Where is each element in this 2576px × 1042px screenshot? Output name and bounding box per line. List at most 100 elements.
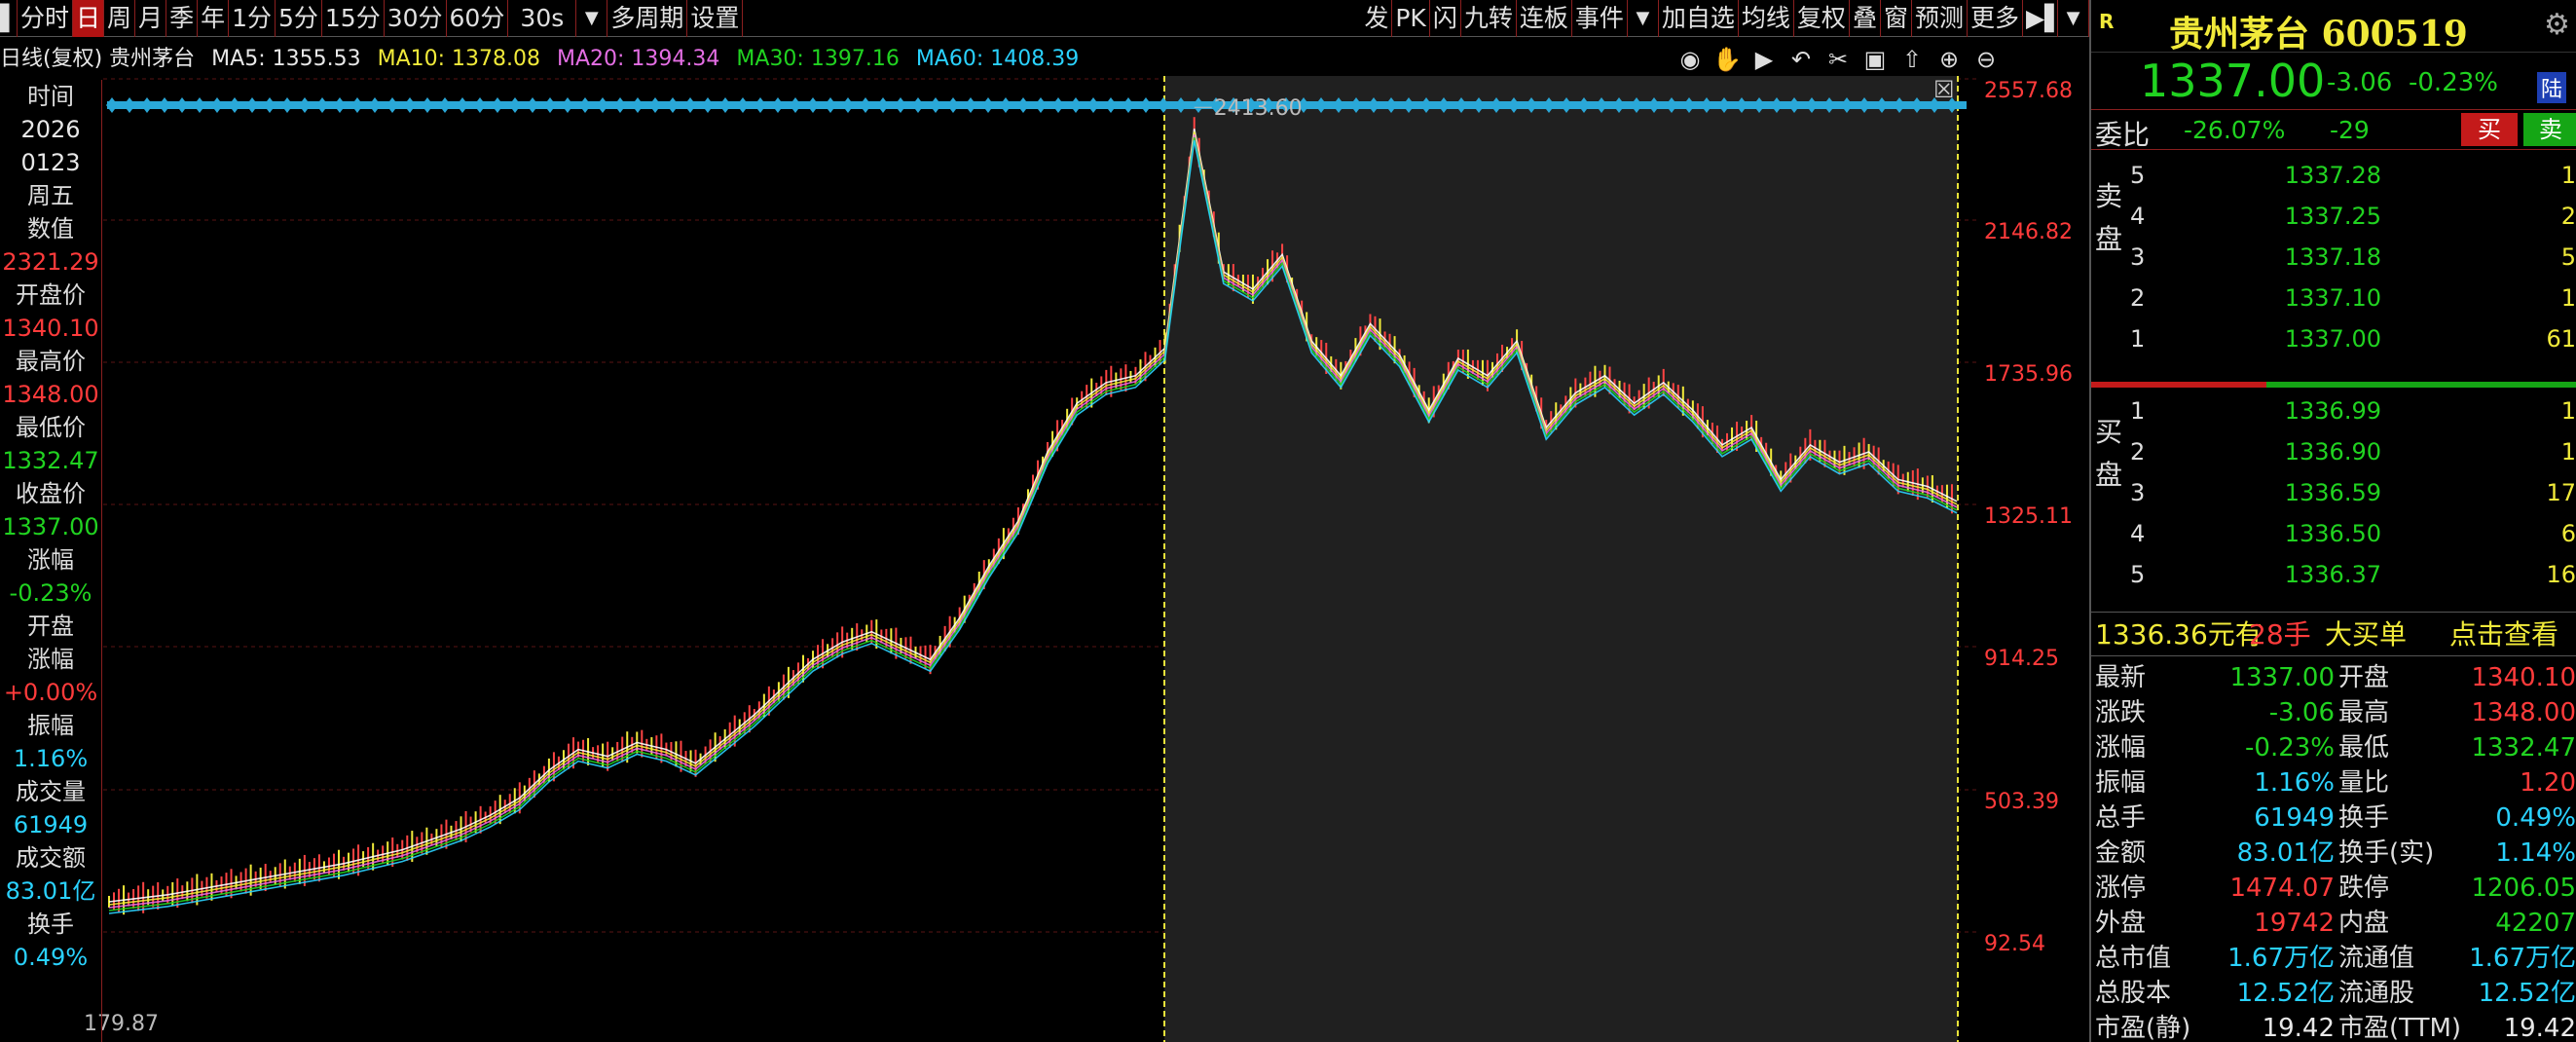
stat-label: 涨停: [2095, 874, 2147, 903]
ask-qty: 1: [2560, 284, 2576, 312]
stock-app: ▌ 分时 日 周 月 季 年 1分 5分 15分 30分 60分 30s ▼ 多…: [0, 0, 2576, 1042]
stock-name: 贵州茅台 600519: [2169, 14, 2468, 55]
event-marker: [194, 97, 205, 113]
r-badge: R: [2099, 10, 2115, 33]
event-marker: [737, 97, 749, 113]
stat-value: 19.42: [2262, 1014, 2335, 1042]
book-divider: [2091, 382, 2576, 388]
weibi-label: 委比: [2095, 119, 2151, 151]
bid-side-label: 买盘: [2095, 416, 2123, 491]
value: 2321.29: [2, 248, 99, 276]
stat-value: 12.52亿: [2478, 979, 2576, 1008]
event-marker: [1070, 97, 1082, 113]
stat-value: 19.42: [2503, 1014, 2576, 1042]
ask-row[interactable]: 3 1337.18 5: [2091, 238, 2576, 279]
ask-qty: 2: [2560, 203, 2576, 230]
close-icon[interactable]: ☒: [1933, 76, 1955, 103]
stat-label: 量比: [2338, 768, 2390, 798]
event-marker: [176, 97, 188, 113]
open-chg: +0.00%: [3, 679, 98, 706]
event-marker: [965, 97, 976, 113]
big-order-hands: 28手: [2249, 618, 2311, 651]
weekday: 周五: [27, 182, 74, 209]
close: 1337.00: [2, 513, 99, 540]
bid-row[interactable]: 5 1336.37 16: [2091, 555, 2576, 596]
kline-chart[interactable]: 2413.60179.87☒: [0, 0, 2089, 1042]
event-marker: [509, 97, 521, 113]
price-tick: 92.54: [1984, 932, 2045, 956]
event-marker: [807, 97, 819, 113]
event-marker: [1000, 97, 1012, 113]
ask-row[interactable]: 5 1337.28 1: [2091, 156, 2576, 197]
bid-row[interactable]: 2 1336.90 1: [2091, 432, 2576, 473]
bid-qty: 1: [2560, 397, 2576, 425]
bid-price: 1336.99: [2284, 397, 2381, 425]
stat-label: 金额: [2095, 838, 2147, 868]
stat-row: 涨停 1474.07 跌停 1206.05: [2091, 871, 2576, 906]
stat-value: 61949: [2254, 803, 2335, 833]
event-marker: [264, 97, 276, 113]
bid-row[interactable]: 1 1336.99 1: [2091, 391, 2576, 432]
stat-row: 最新 1337.00 开盘 1340.10: [2091, 660, 2576, 695]
bid-price: 1336.37: [2284, 561, 2381, 588]
stat-value: -3.06: [2268, 698, 2335, 727]
stat-row: 外盘 19742 内盘 42207: [2091, 906, 2576, 941]
stat-value: 19742: [2254, 909, 2335, 938]
price-change-pct: -0.23%: [2409, 68, 2498, 97]
ask-price: 1337.10: [2284, 284, 2381, 312]
event-marker: [947, 97, 959, 113]
event-marker: [527, 97, 538, 113]
stat-value: 1348.00: [2471, 698, 2576, 727]
stat-row: 市盈(静) 19.42 市盈(TTM) 19.42: [2091, 1011, 2576, 1042]
event-marker: [1017, 97, 1029, 113]
sell-button[interactable]: 卖: [2523, 113, 2576, 146]
event-marker: [614, 97, 626, 113]
event-marker: [474, 97, 486, 113]
stat-label: 最新: [2095, 663, 2147, 692]
stat-label: 换手: [2338, 803, 2390, 833]
event-marker: [159, 97, 170, 113]
event-marker: [1052, 97, 1064, 113]
bid-qty: 16: [2546, 561, 2576, 588]
ask-row[interactable]: 4 1337.25 2: [2091, 197, 2576, 238]
stat-label: 外盘: [2095, 909, 2147, 938]
buy-button[interactable]: 买: [2461, 113, 2518, 146]
event-marker: [124, 97, 135, 113]
bid-qty: 1: [2560, 438, 2576, 465]
stat-row: 金额 83.01亿 换手(实) 1.14%: [2091, 836, 2576, 871]
price-tick: 2557.68: [1984, 79, 2073, 103]
ask-row[interactable]: 2 1337.10 1: [2091, 279, 2576, 319]
gear-icon[interactable]: ⚙: [2544, 8, 2570, 42]
event-marker: [930, 97, 941, 113]
ask-level: 4: [2130, 203, 2146, 230]
stat-value: 83.01亿: [2236, 838, 2335, 868]
event-marker: [229, 97, 240, 113]
turn-label: 换手: [27, 911, 74, 938]
event-marker: [579, 97, 591, 113]
event-marker: [246, 97, 258, 113]
event-marker: [982, 97, 994, 113]
event-marker: [1140, 97, 1152, 113]
ask-price: 1337.18: [2284, 243, 2381, 271]
ask-qty: 5: [2560, 243, 2576, 271]
event-marker: [404, 97, 416, 113]
event-marker: [281, 97, 293, 113]
big-order-link[interactable]: 点击查看: [2449, 613, 2558, 657]
stat-value: 0.49%: [2495, 803, 2576, 833]
event-marker: [790, 97, 801, 113]
stat-label: 流通股: [2338, 979, 2415, 1008]
bid-price: 1336.59: [2284, 479, 2381, 506]
stat-row: 总股本 12.52亿 流通股 12.52亿: [2091, 976, 2576, 1011]
event-marker: [106, 97, 118, 113]
ask-row[interactable]: 1 1337.00 61: [2091, 319, 2576, 360]
stat-label: 总市值: [2095, 944, 2172, 973]
event-marker: [1105, 97, 1117, 113]
big-order-row[interactable]: 1336.36元有 28手 大买单 点击查看: [2091, 612, 2576, 656]
bid-row[interactable]: 4 1336.50 6: [2091, 514, 2576, 555]
ask-level: 5: [2130, 162, 2146, 189]
stat-label: 市盈(TTM): [2338, 1014, 2462, 1042]
bid-row[interactable]: 3 1336.59 17: [2091, 473, 2576, 514]
stat-row: 涨幅 -0.23% 最低 1332.47: [2091, 730, 2576, 765]
stat-value: 1206.05: [2471, 874, 2576, 903]
chg-label: 涨幅: [27, 546, 74, 574]
